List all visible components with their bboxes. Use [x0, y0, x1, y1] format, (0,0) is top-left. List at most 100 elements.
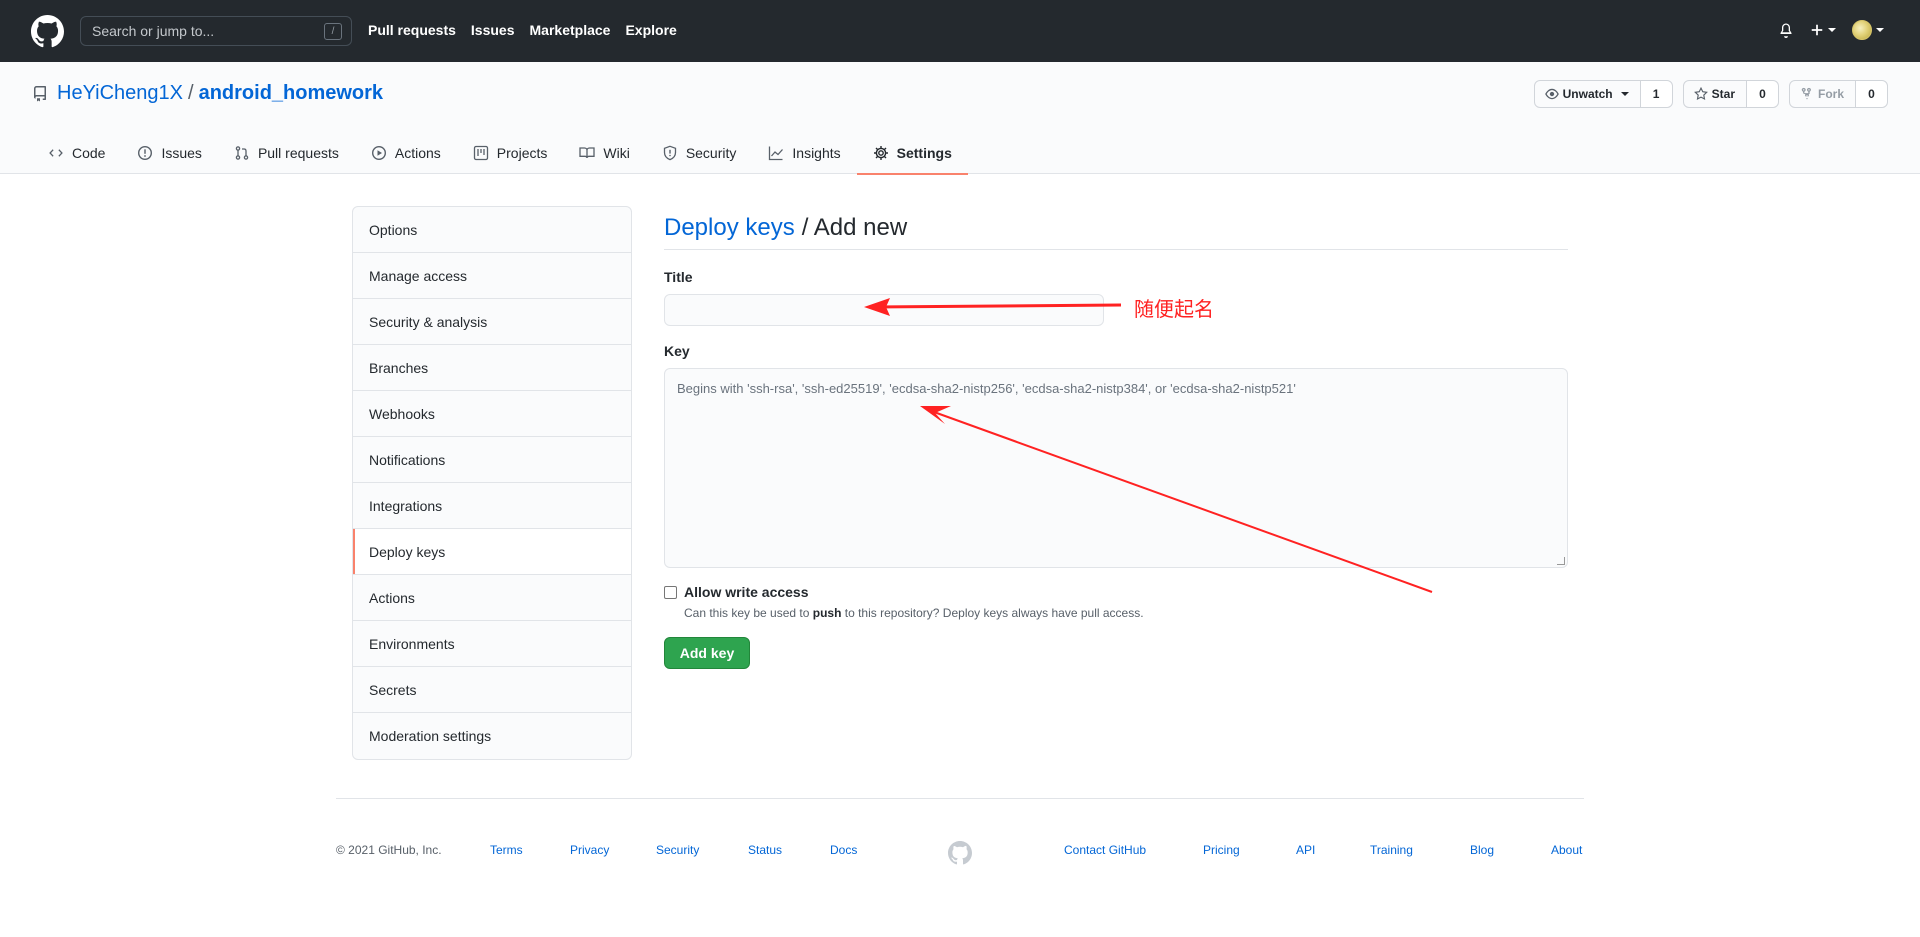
allow-write-label[interactable]: Allow write access [684, 584, 809, 600]
key-placeholder: Begins with 'ssh-rsa', 'ssh-ed25519', 'e… [677, 381, 1296, 396]
footer-link-privacy[interactable]: Privacy [570, 843, 609, 857]
page-title: Deploy keys / Add new [664, 206, 1568, 250]
repo-owner-link[interactable]: HeYiCheng1X [57, 82, 183, 105]
tab-pull-requests[interactable]: Pull requests [218, 132, 355, 174]
repo-separator: / [188, 82, 194, 104]
tab-label: Settings [896, 145, 952, 161]
tab-actions[interactable]: Actions [355, 132, 457, 174]
watch-count[interactable]: 1 [1640, 81, 1672, 107]
star-count[interactable]: 0 [1746, 81, 1778, 107]
sidebar-item-webhooks[interactable]: Webhooks [353, 391, 631, 437]
add-key-button[interactable]: Add key [664, 637, 750, 669]
github-logo-icon[interactable] [31, 15, 64, 48]
footer-link-training[interactable]: Training [1370, 843, 1413, 857]
nav-marketplace[interactable]: Marketplace [530, 22, 611, 38]
global-nav: Pull requests Issues Marketplace Explore [368, 22, 692, 38]
search-placeholder: Search or jump to... [92, 23, 215, 39]
repo-actions: Unwatch 1 Star 0 Fork 0 [1533, 80, 1888, 108]
footer-copyright: © 2021 GitHub, Inc. [336, 843, 442, 857]
footer-link-status[interactable]: Status [748, 843, 782, 857]
repo-icon [34, 85, 46, 101]
tab-label: Wiki [603, 145, 630, 161]
tab-label: Pull requests [257, 145, 339, 161]
sidebar-item-security-analysis[interactable]: Security & analysis [353, 299, 631, 345]
repo-name-link[interactable]: android_homework [199, 82, 383, 105]
title-input[interactable] [664, 294, 1104, 326]
tab-code[interactable]: Code [32, 132, 121, 174]
search-shortcut-badge: / [324, 23, 342, 40]
footer-link-terms[interactable]: Terms [490, 843, 523, 857]
chevron-down-icon [1828, 28, 1836, 32]
settings-sidebar: Options Manage access Security & analysi… [352, 206, 632, 760]
sidebar-item-environments[interactable]: Environments [353, 621, 631, 667]
nav-issues[interactable]: Issues [471, 22, 515, 38]
play-icon [371, 145, 386, 161]
tab-label: Insights [792, 145, 841, 161]
sidebar-item-options[interactable]: Options [353, 207, 631, 253]
sidebar-item-secrets[interactable]: Secrets [353, 667, 631, 713]
fork-button[interactable]: Fork [1790, 81, 1856, 107]
allow-write-checkbox[interactable] [664, 585, 677, 599]
sidebar-item-actions[interactable]: Actions [353, 575, 631, 621]
tab-label: Code [72, 145, 106, 161]
tab-label: Actions [394, 145, 441, 161]
search-input[interactable]: Search or jump to... / [80, 16, 352, 46]
page-title-rest: / Add new [801, 213, 908, 241]
star-icon [1693, 87, 1708, 101]
nav-explore[interactable]: Explore [625, 22, 676, 38]
fork-label: Fork [1817, 87, 1844, 101]
sidebar-item-integrations[interactable]: Integrations [353, 483, 631, 529]
github-mark-icon[interactable] [948, 841, 972, 865]
tab-wiki[interactable]: Wiki [563, 132, 645, 174]
sidebar-item-deploy-keys[interactable]: Deploy keys [353, 529, 631, 575]
key-textarea[interactable]: Begins with 'ssh-rsa', 'ssh-ed25519', 'e… [664, 368, 1568, 568]
note-text-pre: Can this key be used to [684, 606, 813, 620]
gear-icon [873, 146, 888, 160]
deploy-key-form: Deploy keys / Add new Title Key Begins w… [664, 206, 1568, 669]
footer-link-pricing[interactable]: Pricing [1203, 843, 1240, 857]
pull-request-icon [235, 146, 249, 160]
unwatch-label: Unwatch [1562, 87, 1613, 101]
tab-security[interactable]: Security [646, 132, 753, 174]
code-icon [49, 149, 63, 157]
footer-link-about[interactable]: About [1551, 843, 1582, 857]
unwatch-button[interactable]: Unwatch [1535, 81, 1641, 107]
star-button[interactable]: Star [1684, 81, 1747, 107]
create-new-menu[interactable] [1810, 23, 1836, 37]
header-actions [1778, 20, 1884, 40]
note-text-bold: push [812, 606, 842, 620]
avatar [1852, 20, 1872, 40]
sidebar-item-notifications[interactable]: Notifications [353, 437, 631, 483]
resize-handle[interactable] [1557, 557, 1565, 565]
repo-tabs: Code Issues Pull requests Actions Projec… [32, 132, 969, 175]
sidebar-item-moderation-settings[interactable]: Moderation settings [353, 713, 631, 759]
sidebar-item-branches[interactable]: Branches [353, 345, 631, 391]
nav-pull-requests[interactable]: Pull requests [368, 22, 456, 38]
deploy-keys-link[interactable]: Deploy keys [664, 214, 795, 242]
annotation-label: 随便起名 [1134, 297, 1214, 321]
footer-link-api[interactable]: API [1296, 843, 1315, 857]
eye-icon [1544, 88, 1559, 100]
bell-icon[interactable] [1778, 22, 1794, 38]
footer-link-contact[interactable]: Contact GitHub [1064, 843, 1146, 857]
tab-insights[interactable]: Insights [752, 132, 856, 174]
tab-settings[interactable]: Settings [856, 132, 969, 175]
tab-label: Projects [496, 145, 548, 161]
star-label: Star [1711, 87, 1735, 101]
fork-count[interactable]: 0 [1856, 81, 1887, 107]
fork-icon [1801, 87, 1811, 100]
tab-issues[interactable]: Issues [121, 132, 217, 174]
sidebar-item-manage-access[interactable]: Manage access [353, 253, 631, 299]
note-text-post: to this repository? Deploy keys always h… [841, 606, 1144, 620]
allow-write-note: Can this key be used to push to this rep… [684, 606, 1144, 620]
footer-link-blog[interactable]: Blog [1470, 843, 1494, 857]
allow-write-row: Allow write access [664, 584, 809, 600]
fork-button-group: Fork 0 [1788, 80, 1888, 108]
footer-link-security[interactable]: Security [656, 843, 699, 857]
global-header: Search or jump to... / Pull requests Iss… [0, 0, 1920, 62]
footer-link-docs[interactable]: Docs [830, 843, 857, 857]
user-menu[interactable] [1852, 20, 1884, 40]
star-button-group: Star 0 [1682, 80, 1779, 108]
tab-projects[interactable]: Projects [457, 132, 564, 174]
chevron-down-icon [1620, 92, 1629, 96]
